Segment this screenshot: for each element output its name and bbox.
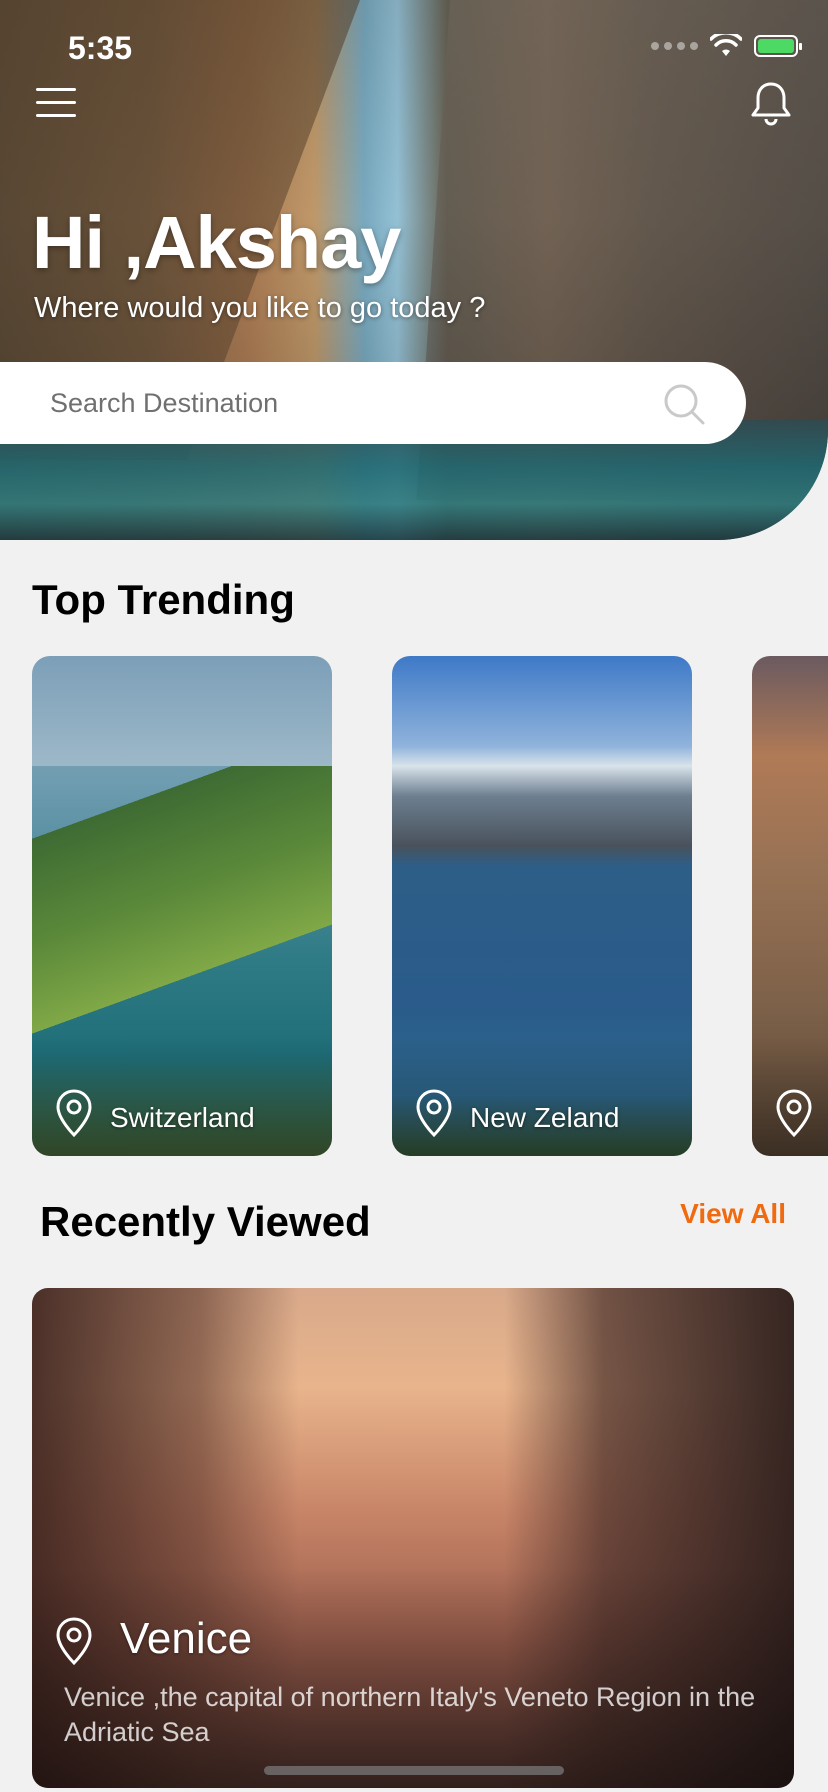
menu-icon-line	[36, 101, 76, 104]
view-all-link[interactable]: View All	[680, 1198, 786, 1230]
wifi-icon	[710, 34, 742, 56]
greeting-title: Hi ,Akshay	[32, 201, 401, 284]
trending-carousel[interactable]: Switzerland New Zeland	[0, 656, 828, 1156]
trending-card-new-zeland[interactable]: New Zeland	[392, 656, 692, 1156]
menu-button[interactable]	[36, 88, 76, 120]
search-bar[interactable]	[0, 362, 746, 444]
recent-place-name: Venice	[120, 1614, 253, 1663]
location-pin-icon	[416, 1089, 452, 1138]
hero-banner: 5:35 Hi ,Akshay Where would you like to …	[0, 0, 828, 540]
recent-place-description: Venice ,the capital of northern Italy's …	[64, 1682, 756, 1747]
top-trending-title: Top Trending	[32, 576, 295, 623]
trending-card-colosseum[interactable]	[752, 656, 828, 1156]
trending-card-label: New Zeland	[470, 1102, 620, 1133]
recently-viewed-title: Recently Viewed	[40, 1198, 371, 1245]
status-time: 5:35	[68, 30, 133, 66]
menu-icon-line	[36, 88, 76, 91]
location-pin-icon	[56, 1617, 92, 1666]
home-indicator[interactable]	[264, 1766, 564, 1775]
recent-card-venice[interactable]: Venice Venice ,the capital of northern I…	[32, 1288, 794, 1788]
signal-icon	[651, 42, 698, 50]
status-icons	[651, 34, 802, 58]
location-pin-icon	[776, 1089, 812, 1138]
battery-icon	[754, 35, 802, 57]
search-icon[interactable]	[662, 382, 706, 426]
location-pin-icon	[56, 1089, 92, 1138]
search-input[interactable]	[48, 386, 612, 420]
menu-icon-line	[36, 114, 76, 117]
trending-card-switzerland[interactable]: Switzerland	[32, 656, 332, 1156]
greeting-subtitle: Where would you like to go today ?	[34, 292, 486, 324]
trending-card-label: Switzerland	[110, 1102, 255, 1133]
bell-icon[interactable]	[750, 80, 792, 126]
